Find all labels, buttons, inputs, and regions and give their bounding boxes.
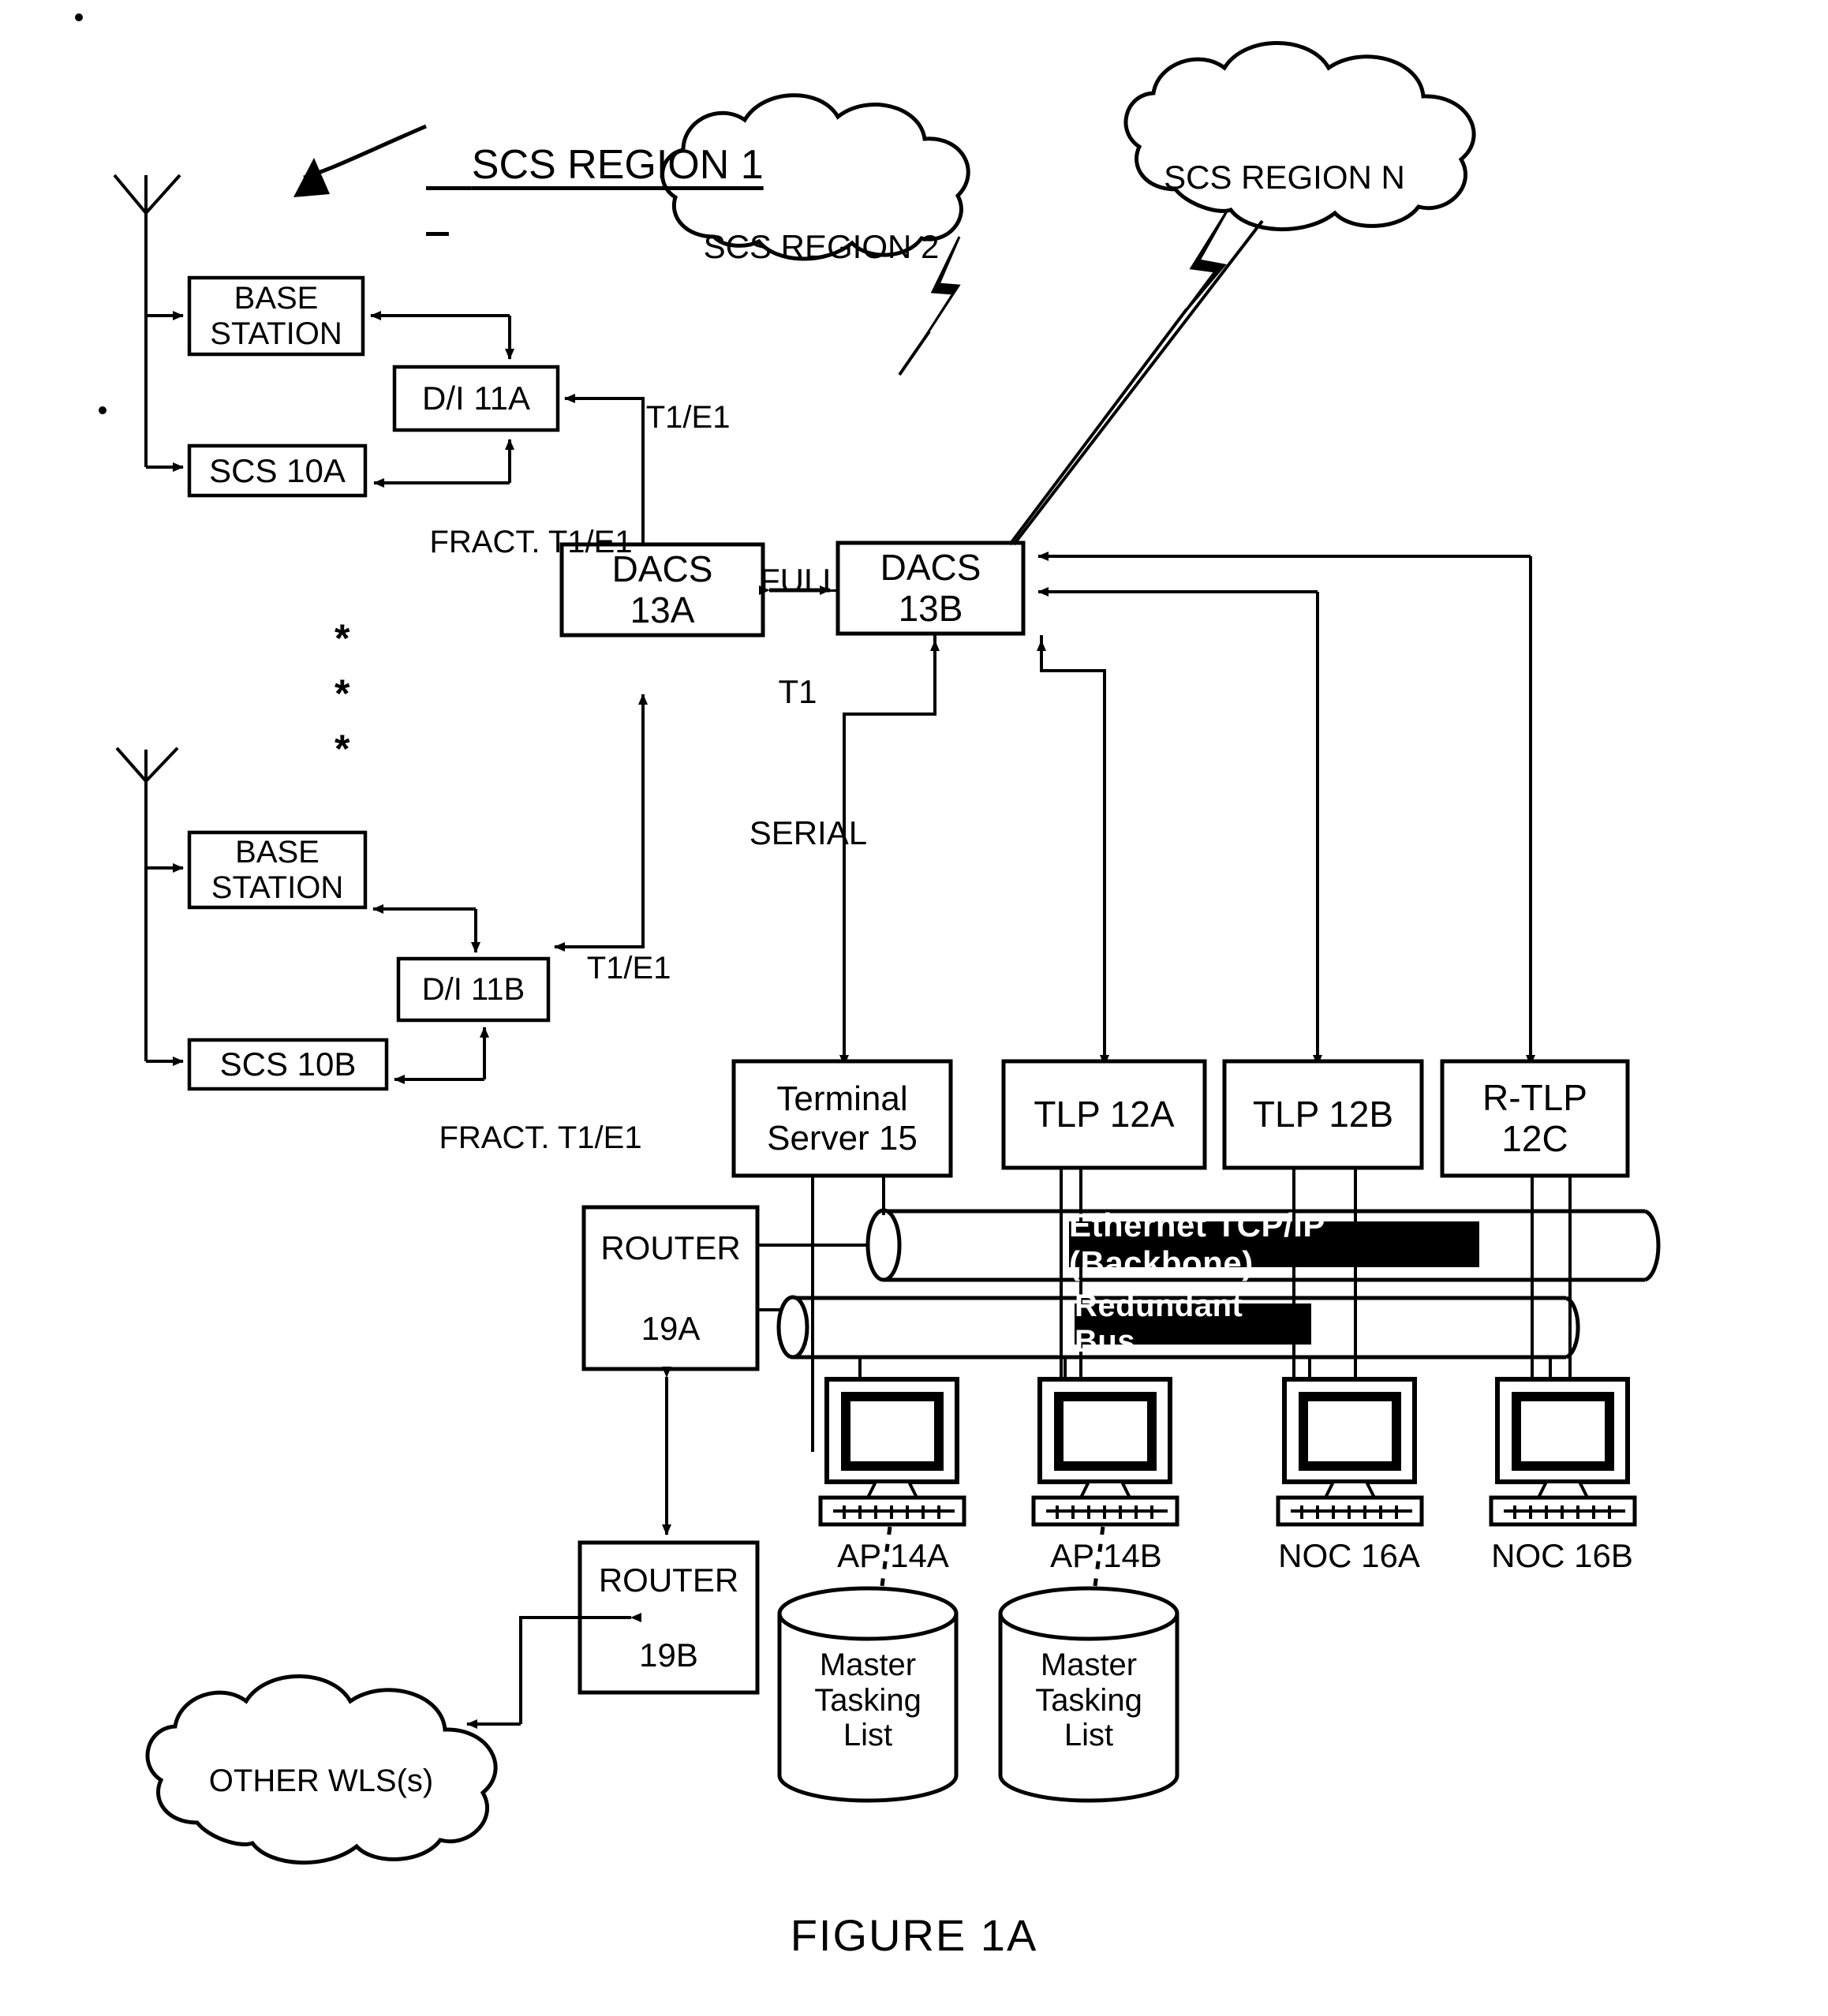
label-ap-14b: AP 14B xyxy=(1050,1537,1162,1575)
box-dacs-13a: DACS 13A xyxy=(611,548,713,630)
box-terminal-server-15: Terminal Server 15 xyxy=(767,1079,918,1158)
ellipsis-star-2: * xyxy=(335,671,350,716)
box-tlp-12a: TLP 12A xyxy=(1034,1093,1175,1135)
ellipsis-star-3: * xyxy=(335,727,350,771)
figure-caption: FIGURE 1A xyxy=(790,1910,1038,1960)
box-base-station-1: BASE STATION xyxy=(210,280,342,351)
link-label-full-t1: FULL T1 xyxy=(760,562,841,711)
cloud-label-other-wls: OTHER WLS(s) xyxy=(208,1763,434,1798)
label-noc-16b: NOC 16B xyxy=(1491,1537,1633,1575)
lightning-region-n xyxy=(1180,209,1229,316)
workstation-icons xyxy=(818,1377,1637,1527)
bus-label-ethernet-backbone: Ethernet TCP/IP (Backbone) xyxy=(1069,1206,1479,1281)
label-master-tasking-list-a: Master Tasking List xyxy=(814,1647,921,1753)
cloud-label-scs-region-n: SCS REGION N xyxy=(1164,159,1405,196)
cloud-scs-region-n xyxy=(1123,41,1476,232)
box-di-11b: D/I 11B xyxy=(421,971,525,1007)
label-noc-16a: NOC 16A xyxy=(1278,1537,1420,1575)
antenna-icon-1 xyxy=(113,174,181,304)
box-router-19a: ROUTER 19A xyxy=(600,1229,741,1348)
link-label-t1e1-top: T1/E1 xyxy=(645,399,731,435)
link-label-fract-t1e1-bottom: FRACT. T1/E1 xyxy=(439,1120,642,1155)
box-tlp-12b: TLP 12B xyxy=(1252,1093,1394,1135)
label-ap-14a: AP 14A xyxy=(837,1537,949,1575)
region-title: SCS REGION 1 xyxy=(471,142,764,189)
box-r-tlp-12c: R-TLP 12C xyxy=(1482,1076,1587,1159)
antenna-icon-2 xyxy=(115,746,179,840)
box-dacs-13b: DACS 13B xyxy=(880,546,981,629)
ellipsis-star-1: * xyxy=(335,616,350,660)
label-master-tasking-list-b: Master Tasking List xyxy=(1035,1647,1142,1753)
box-router-19b: ROUTER 19B xyxy=(598,1561,739,1674)
link-label-t1e1-bottom: T1/E1 xyxy=(586,950,671,986)
box-scs-10a: SCS 10A xyxy=(209,451,346,489)
box-base-station-2: BASE STATION xyxy=(211,834,344,905)
link-label-serial: SERIAL xyxy=(749,814,868,852)
box-di-11a: D/I 11A xyxy=(422,380,530,417)
box-scs-10b: SCS 10B xyxy=(219,1045,357,1083)
cloud-label-scs-region-2: SCS REGION 2 xyxy=(703,228,940,266)
patent-figure-1a: SCS REGION 1 SCS REGION 2 SCS REGION N O… xyxy=(0,0,1828,2016)
bus-label-redundant-bus: Redundant Bus xyxy=(1075,1289,1311,1359)
